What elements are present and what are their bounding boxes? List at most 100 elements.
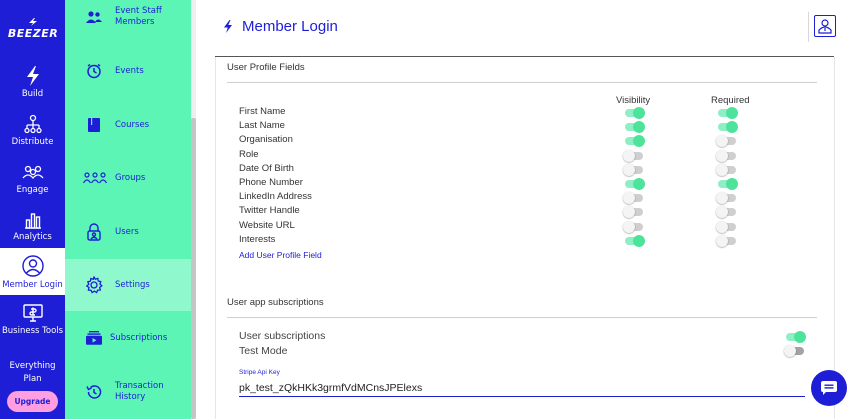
visibility-column-header: Visibility — [616, 95, 651, 106]
rail-item-label: Member Login — [2, 280, 63, 290]
menu-item-label: Settings — [115, 279, 150, 290]
profile-field-label: Date Of Birth — [239, 162, 294, 174]
profile-fields-title: User Profile Fields — [227, 62, 305, 73]
user-subscriptions-label: User subscriptions — [239, 330, 326, 342]
visibility-toggle[interactable] — [625, 135, 645, 148]
menu-item-transaction-history[interactable]: Transaction History — [65, 366, 191, 418]
rail-item-business-tools[interactable]: Business Tools — [0, 303, 65, 336]
menu-item-courses[interactable]: Courses — [65, 99, 191, 151]
chat-button[interactable] — [811, 370, 847, 406]
toggle-knob — [726, 107, 738, 119]
required-toggle[interactable] — [716, 206, 736, 219]
rail-item-distribute[interactable]: Distribute — [0, 114, 65, 147]
menu-item-subscriptions[interactable]: Subscriptions — [65, 312, 191, 364]
settings-card — [215, 57, 835, 419]
gear-icon — [85, 276, 103, 294]
toggle-knob — [716, 149, 728, 162]
rail-item-label: Business Tools — [1, 326, 64, 336]
profile-field-label: First Name — [239, 106, 286, 117]
rail-item-label: Build — [21, 89, 44, 99]
visibility-toggle[interactable] — [623, 149, 643, 162]
profile-field-label: Organisation — [239, 134, 293, 146]
plan-name: Everything Plan — [0, 360, 65, 386]
visibility-toggle[interactable] — [623, 206, 643, 219]
stripe-api-key-label: Stripe Api Key — [239, 369, 280, 376]
distribute-icon — [23, 114, 42, 134]
stripe-api-key-input[interactable] — [239, 380, 805, 397]
main-content: Member Login User Profile Fields Visibil… — [196, 0, 850, 419]
rail-item-member-login[interactable]: Member Login — [0, 248, 65, 295]
required-toggle[interactable] — [716, 234, 736, 247]
required-toggle[interactable] — [718, 107, 738, 119]
menu-item-label: Events — [115, 65, 144, 76]
clock-icon — [85, 62, 103, 80]
subscriptions-title: User app subscriptions — [227, 297, 324, 308]
profile-field-label: Twitter Handle — [239, 205, 300, 217]
add-profile-field-link[interactable]: Add User Profile Field — [239, 250, 322, 260]
profile-field-label: Website URL — [239, 219, 295, 231]
visibility-toggle[interactable] — [623, 163, 643, 176]
plan-line-1: Everything — [9, 361, 56, 371]
required-toggle[interactable] — [716, 163, 736, 176]
page-title: Member Login — [242, 18, 338, 35]
menu-item-events[interactable]: Events — [65, 45, 191, 97]
test-mode-toggle[interactable] — [784, 345, 804, 357]
visibility-toggle[interactable] — [625, 234, 645, 247]
engage-icon — [22, 165, 43, 180]
required-toggle[interactable] — [718, 178, 738, 190]
toggle-knob — [633, 178, 645, 190]
toggle-knob — [726, 178, 738, 190]
bolt-icon — [26, 66, 39, 86]
subscriptions-icon — [85, 329, 103, 347]
toggle-knob — [623, 149, 635, 162]
rail-item-label: Analytics — [13, 232, 52, 242]
people-icon — [85, 8, 103, 26]
secondary-menu: Event Staff Members Events Courses Group… — [65, 0, 191, 419]
user-profile-icon — [818, 19, 832, 34]
menu-item-groups[interactable]: Groups — [65, 152, 191, 204]
visibility-toggle[interactable] — [625, 107, 645, 119]
user-subscriptions-toggle[interactable] — [786, 331, 806, 343]
account-button[interactable] — [814, 15, 836, 37]
beezer-logo[interactable]: BEEZER — [6, 18, 60, 40]
profile-field-label: Last Name — [239, 120, 285, 132]
toggle-knob — [716, 234, 728, 247]
profile-field-label: Phone Number — [239, 177, 303, 188]
menu-item-label: Subscriptions — [110, 332, 168, 343]
visibility-toggle[interactable] — [623, 192, 643, 205]
rail-item-build[interactable]: Build — [0, 66, 65, 99]
required-toggle[interactable] — [716, 192, 736, 205]
rail-item-engage[interactable]: Engage — [0, 162, 65, 195]
visibility-toggle[interactable] — [625, 178, 645, 190]
analytics-icon — [24, 213, 41, 229]
rail-item-label: Engage — [16, 185, 49, 195]
lock-user-icon — [85, 223, 103, 241]
toggle-knob — [623, 163, 635, 176]
logo-text: BEEZER — [7, 27, 59, 40]
toggle-knob — [794, 331, 806, 343]
menu-item-settings[interactable]: Settings — [65, 259, 191, 311]
menu-item-label: Event Staff Members — [115, 6, 162, 27]
toggle-knob — [716, 163, 728, 176]
required-toggle[interactable] — [716, 135, 736, 148]
required-toggle[interactable] — [716, 149, 736, 162]
menu-item-event-staff-members[interactable]: Event Staff Members — [65, 0, 191, 43]
bolt-icon — [224, 20, 232, 33]
menu-item-label: Groups — [115, 172, 146, 183]
profile-field-label: Interests — [239, 233, 276, 245]
toggle-knob — [633, 107, 645, 119]
rail-item-analytics[interactable]: Analytics — [0, 209, 65, 242]
visibility-toggle[interactable] — [623, 220, 643, 233]
groups-icon — [83, 169, 107, 187]
business-tools-icon — [22, 304, 43, 322]
plan-line-2: Plan — [23, 374, 42, 384]
required-toggle[interactable] — [718, 121, 738, 134]
history-icon — [85, 383, 103, 401]
primary-nav-rail: BEEZER Build Distribute Engage Analytics… — [0, 0, 65, 419]
section-divider — [227, 317, 817, 318]
required-toggle[interactable] — [716, 220, 736, 233]
visibility-toggle[interactable] — [625, 121, 645, 134]
menu-item-users[interactable]: Users — [65, 206, 191, 258]
chat-icon — [821, 381, 837, 395]
upgrade-button[interactable]: Upgrade — [7, 391, 58, 412]
